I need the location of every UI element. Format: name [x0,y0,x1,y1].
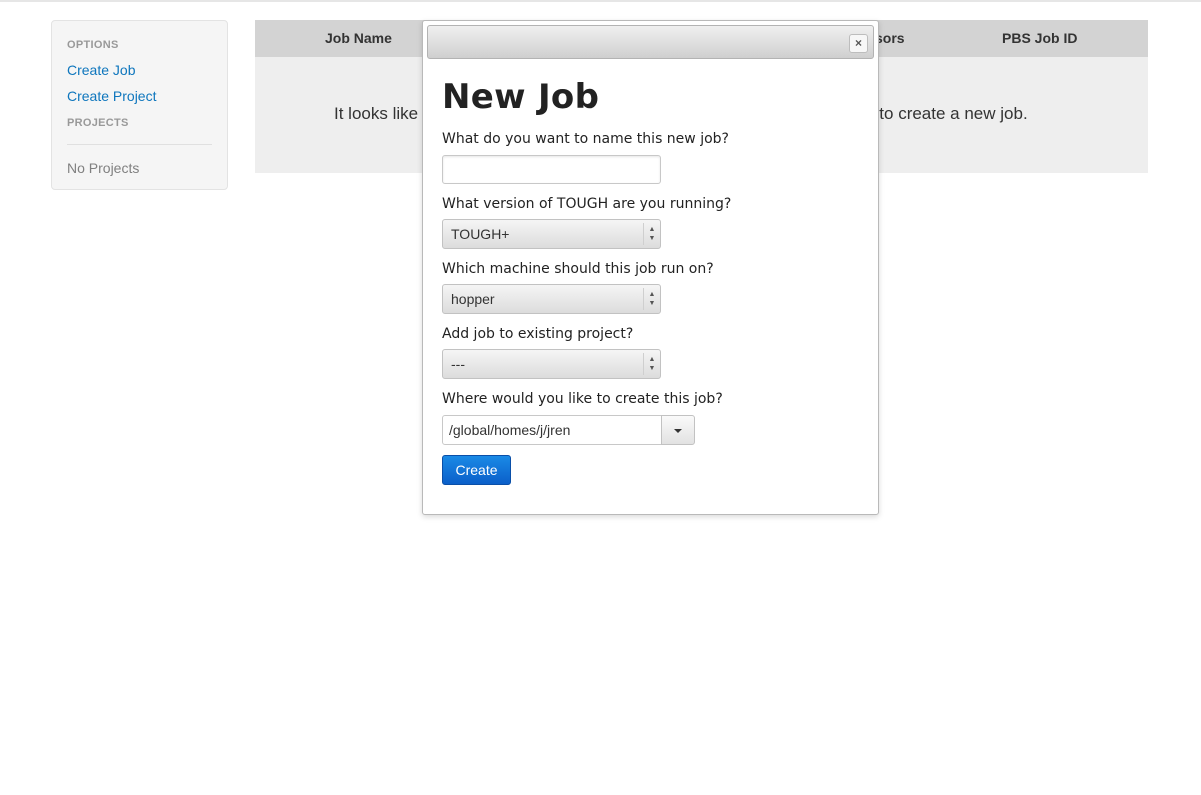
tough-version-label: What version of TOUGH are you running? [442,196,732,212]
location-combobox [442,415,695,445]
column-pbs-job-id[interactable]: PBS Job ID [1002,20,1077,57]
sidebar: OPTIONS Create Job Create Project PROJEC… [51,20,228,190]
create-button[interactable]: Create [442,455,511,485]
project-select[interactable]: --- ▲ ▼ [442,349,661,379]
new-job-dialog: × New Job What do you want to name this … [422,20,879,515]
job-name-input[interactable] [442,155,661,184]
location-label: Where would you like to create this job? [442,391,723,407]
empty-message-left: It looks like [334,104,419,123]
projects-header: PROJECTS [67,117,129,129]
tough-version-value: TOUGH+ [451,226,510,242]
create-job-link[interactable]: Create Job [67,62,135,78]
no-projects-text: No Projects [67,160,140,176]
sidebar-divider [67,144,212,145]
caret-down-icon [674,429,682,433]
select-arrows-icon: ▲ ▼ [643,353,660,375]
column-job-name[interactable]: Job Name [325,20,392,57]
tough-version-select[interactable]: TOUGH+ ▲ ▼ [442,219,661,249]
job-name-label: What do you want to name this new job? [442,131,729,147]
machine-label: Which machine should this job run on? [442,261,714,277]
location-dropdown-button[interactable] [661,415,695,445]
close-icon[interactable]: × [849,34,868,53]
dialog-title: New Job [442,77,600,117]
column-processors[interactable]: sors [875,20,905,57]
location-input[interactable] [442,415,662,445]
machine-value: hopper [451,291,495,307]
select-arrows-icon: ▲ ▼ [643,288,660,310]
select-arrows-icon: ▲ ▼ [643,223,660,245]
top-rule [0,0,1201,2]
project-label: Add job to existing project? [442,326,634,342]
machine-select[interactable]: hopper ▲ ▼ [442,284,661,314]
dialog-titlebar[interactable]: × [427,25,874,59]
project-value: --- [451,356,465,372]
create-project-link[interactable]: Create Project [67,88,156,104]
options-header: OPTIONS [67,39,119,51]
